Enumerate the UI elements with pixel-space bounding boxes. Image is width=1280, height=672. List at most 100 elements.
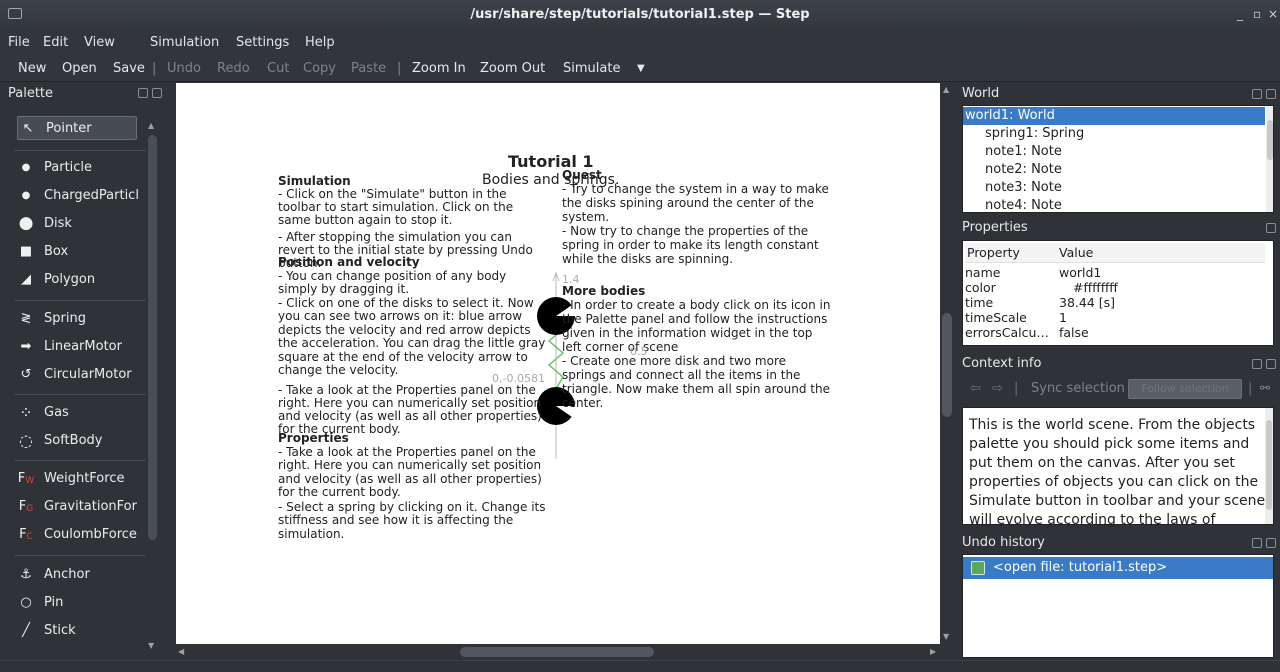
palette-item-anchor[interactable]: ⚓ Anchor <box>16 562 144 586</box>
palette-item-coulomb-force[interactable]: FC CoulombForce <box>16 522 144 546</box>
box-icon: ■ <box>19 243 33 259</box>
palette-title: Palette <box>8 86 54 101</box>
tree-item[interactable]: note2: Note <box>963 161 1265 179</box>
back-icon[interactable]: ⇦ <box>970 381 981 396</box>
palette-item-linear-motor[interactable]: ➡ LinearMotor <box>16 334 144 358</box>
undo-history-dock: Undo history <open file: tutorial1.step> <box>956 532 1280 660</box>
scroll-up-icon[interactable]: ▲ <box>148 121 154 130</box>
menu-simulation[interactable]: Simulation <box>150 35 219 50</box>
palette-item-weight-force[interactable]: FW WeightForce <box>16 466 144 490</box>
canvas-horizontal-scrollbar[interactable]: ◀ ▶ <box>176 644 940 660</box>
weight-force-icon: FW <box>16 470 36 487</box>
palette-item-softbody[interactable]: ◌ SoftBody <box>16 428 144 452</box>
simulate-button[interactable]: Simulate <box>563 61 620 76</box>
palette-item-charged-particle[interactable]: ● ChargedParticl <box>16 183 144 207</box>
menu-bar: File Edit View Simulation Settings Help <box>0 32 1280 56</box>
paste-button[interactable]: Paste <box>351 61 386 76</box>
scroll-thumb[interactable] <box>460 647 654 657</box>
palette-label: LinearMotor <box>44 338 122 354</box>
menu-view[interactable]: View <box>84 35 115 50</box>
scroll-thumb[interactable] <box>942 313 952 417</box>
palette-item-stick[interactable]: ╱ Stick <box>16 618 144 642</box>
scroll-down-icon[interactable]: ▼ <box>943 632 949 641</box>
context-info-text: This is the world scene. From the object… <box>969 417 1266 547</box>
new-button[interactable]: New <box>18 61 46 76</box>
list-item[interactable]: <open file: tutorial1.step> <box>963 557 1273 579</box>
palette-label: Pin <box>44 594 64 610</box>
properties-table[interactable]: Property Value name world1 color #ffffffff… <box>962 240 1274 346</box>
undo-button[interactable]: Undo <box>167 61 201 76</box>
tree-item[interactable]: spring1: Spring <box>963 125 1265 143</box>
open-file-icon <box>971 561 985 575</box>
palette-scrollbar[interactable]: ▲ ▼ <box>146 121 158 651</box>
toolbar-more-icon[interactable]: ▼ <box>637 63 645 74</box>
close-icon[interactable] <box>152 88 162 98</box>
property-value[interactable]: world1 <box>1059 266 1101 280</box>
property-value[interactable]: 1 <box>1059 311 1067 325</box>
menu-help[interactable]: Help <box>305 35 335 50</box>
palette-item-disk[interactable]: ● Disk <box>16 211 144 235</box>
status-bar <box>0 660 1280 672</box>
property-value[interactable]: #ffffffff <box>1073 281 1118 295</box>
zoom-out-button[interactable]: Zoom Out <box>480 61 545 76</box>
scroll-thumb[interactable] <box>1266 420 1272 510</box>
tree-scrollbar[interactable] <box>1266 106 1273 212</box>
copy-button[interactable]: Copy <box>303 61 336 76</box>
forward-icon[interactable]: ⇨ <box>992 381 1003 396</box>
close-icon[interactable] <box>1266 89 1276 99</box>
sync-selection-button[interactable]: Sync selection <box>1031 381 1125 396</box>
cut-button[interactable]: Cut <box>267 61 289 76</box>
tree-item[interactable]: world1: World <box>963 107 1265 125</box>
palette-item-pin[interactable]: ○ Pin <box>16 590 144 614</box>
palette-item-gas[interactable]: ⁘ Gas <box>16 400 144 424</box>
open-button[interactable]: Open <box>62 61 97 76</box>
close-icon[interactable] <box>1266 359 1276 369</box>
save-button[interactable]: Save <box>113 61 145 76</box>
redo-button[interactable]: Redo <box>217 61 250 76</box>
scroll-thumb[interactable] <box>1267 120 1273 160</box>
world-canvas[interactable]: Tutorial 1 Bodies and springs. Simulatio… <box>176 83 940 644</box>
float-icon[interactable] <box>138 88 148 98</box>
palette-item-gravitation-force[interactable]: FG GravitationFor <box>16 494 144 518</box>
palette-item-polygon[interactable]: ◢ Polygon <box>16 267 144 291</box>
maximize-button[interactable]: ▫ <box>1253 7 1261 21</box>
menu-file[interactable]: File <box>8 35 30 50</box>
menu-edit[interactable]: Edit <box>43 35 68 50</box>
palette-item-spring[interactable]: ≷ Spring <box>16 306 144 330</box>
tree-item[interactable]: note1: Note <box>963 143 1265 161</box>
context-scrollbar[interactable] <box>1265 408 1273 524</box>
property-value[interactable]: false <box>1059 326 1089 340</box>
palette-item-pointer[interactable]: ↖ Pointer <box>17 116 137 140</box>
link-icon[interactable]: ⚯ <box>1260 381 1270 395</box>
note-line: springs and connect all the items in the <box>562 368 801 382</box>
follow-selection-button[interactable]: Follow selection <box>1128 379 1242 399</box>
tree-item[interactable]: note3: Note <box>963 179 1265 197</box>
scroll-down-icon[interactable]: ▼ <box>148 641 154 650</box>
undo-history-list[interactable]: <open file: tutorial1.step> <box>962 554 1274 658</box>
palette-item-circular-motor[interactable]: ↺ CircularMotor <box>16 362 144 386</box>
palette-item-box[interactable]: ■ Box <box>16 239 144 263</box>
scroll-left-icon[interactable]: ◀ <box>178 647 184 656</box>
close-icon[interactable] <box>1266 538 1276 548</box>
float-icon[interactable] <box>1252 359 1262 369</box>
anchor-icon: ⚓ <box>20 566 32 582</box>
canvas-vertical-scrollbar[interactable]: ▲ ▼ <box>940 83 954 644</box>
palette-item-particle[interactable]: ● Particle <box>16 155 144 179</box>
zoom-in-button[interactable]: Zoom In <box>412 61 466 76</box>
minimize-button[interactable]: _ <box>1237 7 1243 21</box>
disk-icon: ● <box>18 213 34 233</box>
world-tree[interactable]: world1: World spring1: Spring note1: Not… <box>962 105 1274 213</box>
property-value[interactable]: 38.44 [s] <box>1059 296 1115 310</box>
float-icon[interactable] <box>1252 89 1262 99</box>
palette-label: Gas <box>44 404 69 420</box>
scroll-right-icon[interactable]: ▶ <box>930 647 936 656</box>
scroll-thumb[interactable] <box>148 135 157 540</box>
tree-item[interactable]: note4: Note <box>963 197 1265 212</box>
scroll-up-icon[interactable]: ▲ <box>943 85 949 94</box>
toolbar: New Open Save | Undo Redo Cut Copy Paste… <box>0 56 1280 82</box>
float-icon[interactable] <box>1266 223 1276 233</box>
menu-settings[interactable]: Settings <box>236 35 289 50</box>
float-icon[interactable] <box>1252 538 1262 548</box>
close-button[interactable]: × <box>1268 7 1278 21</box>
palette-label: Anchor <box>44 566 90 582</box>
